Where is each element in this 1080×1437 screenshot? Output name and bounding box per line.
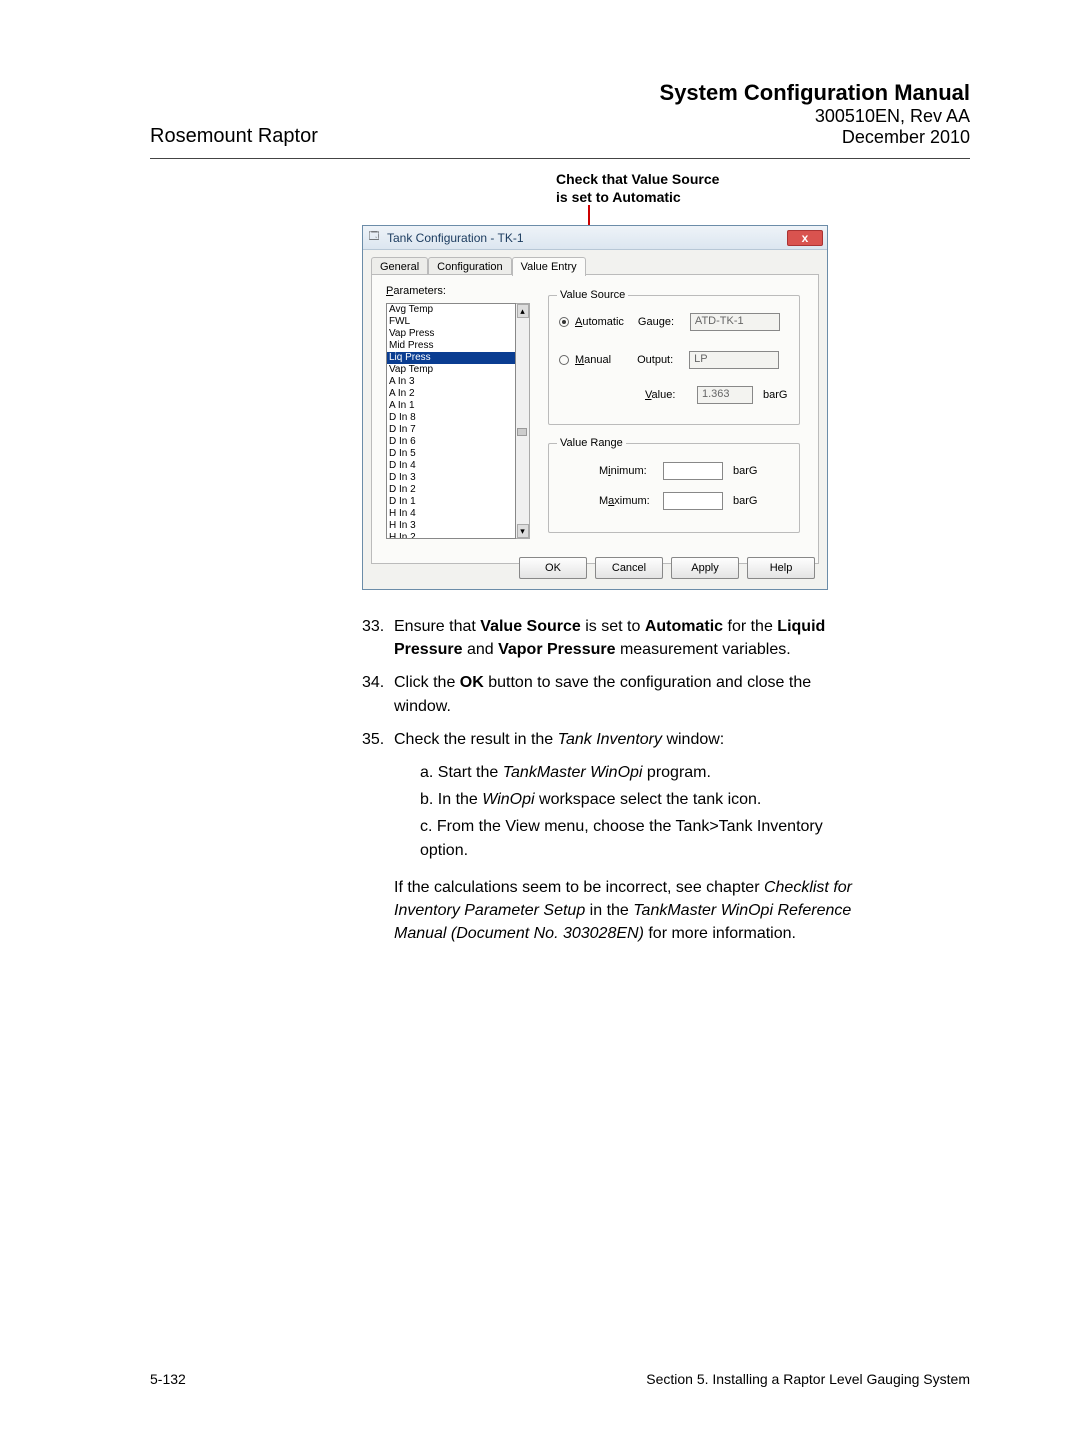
tab-bar: General Configuration Value Entry <box>371 256 819 275</box>
dialog-button-row: OK Cancel Apply Help <box>519 557 815 579</box>
instruction-item: 33.Ensure that Value Source is set to Au… <box>362 615 862 661</box>
minimum-label: Minimum:Minimum: <box>599 465 659 477</box>
footer-page-number: 5-132 <box>150 1371 186 1387</box>
maximum-label: Maximum:Maximum: <box>599 495 659 507</box>
value-source-group: Value Source AAutomaticutomatic Gauge: A… <box>548 295 800 425</box>
cancel-button[interactable]: Cancel <box>595 557 663 579</box>
close-button[interactable]: x <box>787 230 823 246</box>
manual-radio[interactable] <box>559 355 569 365</box>
scroll-up-button[interactable]: ▴ <box>517 304 529 318</box>
automatic-label: AAutomaticutomatic <box>575 316 624 328</box>
value-unit: barG <box>763 389 787 401</box>
parameter-item[interactable]: D In 3 <box>387 472 515 484</box>
parameter-item[interactable]: D In 7 <box>387 424 515 436</box>
automatic-radio[interactable] <box>559 317 569 327</box>
scroll-down-button[interactable]: ▾ <box>517 524 529 538</box>
parameter-item[interactable]: A In 1 <box>387 400 515 412</box>
parameters-listbox[interactable]: Avg TempFWLVap PressMid PressLiq PressVa… <box>386 303 516 539</box>
value-range-legend: Value Range <box>557 437 626 449</box>
parameters-list-wrap: Avg TempFWLVap PressMid PressLiq PressVa… <box>386 303 530 539</box>
footer-section: Section 5. Installing a Raptor Level Gau… <box>646 1371 970 1387</box>
instruction-text: 33.Ensure that Value Source is set to Au… <box>362 615 862 945</box>
parameter-item[interactable]: H In 3 <box>387 520 515 532</box>
scroll-thumb[interactable] <box>517 428 527 436</box>
window-icon: 🗔 <box>367 231 381 245</box>
instruction-item: 34.Click the OK button to save the confi… <box>362 671 862 717</box>
dialog-title: Tank Configuration - TK-1 <box>387 231 787 245</box>
help-button[interactable]: Help <box>747 557 815 579</box>
header-product: Rosemount Raptor <box>150 125 318 148</box>
gauge-field[interactable]: ATD-TK-1 <box>690 313 780 331</box>
instruction-subitem: a. Start the TankMaster WinOpi program. <box>420 761 862 784</box>
parameters-scrollbar[interactable]: ▴ ▾ <box>516 303 530 539</box>
tab-value-entry[interactable]: Value Entry <box>512 257 586 276</box>
header-doc: 300510EN, Rev AA <box>660 106 970 127</box>
header-title: System Configuration Manual <box>660 80 970 106</box>
maximum-unit: barG <box>733 495 757 507</box>
parameter-item[interactable]: A In 2 <box>387 388 515 400</box>
parameter-item[interactable]: D In 6 <box>387 436 515 448</box>
parameter-item[interactable]: H In 4 <box>387 508 515 520</box>
dialog-titlebar[interactable]: 🗔 Tank Configuration - TK-1 x <box>363 226 827 250</box>
callout-line1: Check that Value Source <box>556 171 719 187</box>
tab-panel: Parameters: Avg TempFWLVap PressMid Pres… <box>371 274 819 564</box>
apply-button[interactable]: Apply <box>671 557 739 579</box>
maximum-field[interactable] <box>663 492 723 510</box>
parameter-item[interactable]: Liq Press <box>387 352 515 364</box>
parameter-item[interactable]: D In 4 <box>387 460 515 472</box>
instruction-subitem: c. From the View menu, choose the Tank>T… <box>420 815 862 861</box>
instruction-subitem: b. In the WinOpi workspace select the ta… <box>420 788 862 811</box>
value-label: Value:Value: <box>645 389 693 401</box>
instruction-item: 35.Check the result in the Tank Inventor… <box>362 728 862 751</box>
parameter-item[interactable]: FWL <box>387 316 515 328</box>
parameter-item[interactable]: D In 2 <box>387 484 515 496</box>
dialog-body: General Configuration Value Entry Parame… <box>363 250 827 589</box>
parameter-item[interactable]: H In 2 <box>387 532 515 539</box>
parameter-item[interactable]: A In 3 <box>387 376 515 388</box>
parameter-item[interactable]: D In 5 <box>387 448 515 460</box>
header-right: System Configuration Manual 300510EN, Re… <box>660 80 970 148</box>
scroll-track[interactable] <box>516 318 529 524</box>
figure-callout: Check that Value Source is set to Automa… <box>556 170 719 206</box>
ok-button[interactable]: OK <box>519 557 587 579</box>
manual-label: ManualManual <box>575 354 611 366</box>
callout-line2: is set to Automatic <box>556 189 681 205</box>
value-range-group: Value Range Minimum:Minimum: barG Maximu… <box>548 443 800 533</box>
parameter-item[interactable]: Vap Temp <box>387 364 515 376</box>
followup-paragraph: If the calculations seem to be incorrect… <box>394 876 862 946</box>
parameter-item[interactable]: D In 1 <box>387 496 515 508</box>
output-field[interactable]: LP <box>689 351 779 369</box>
parameter-item[interactable]: Vap Press <box>387 328 515 340</box>
parameter-item[interactable]: D In 8 <box>387 412 515 424</box>
parameter-item[interactable]: Avg Temp <box>387 304 515 316</box>
minimum-unit: barG <box>733 465 757 477</box>
tank-config-dialog: 🗔 Tank Configuration - TK-1 x General Co… <box>362 225 828 590</box>
page-header: Rosemount Raptor System Configuration Ma… <box>150 80 970 159</box>
header-date: December 2010 <box>660 127 970 148</box>
gauge-label: Gauge: <box>638 316 686 328</box>
value-source-legend: Value Source <box>557 289 628 301</box>
page-footer: 5-132 Section 5. Installing a Raptor Lev… <box>150 1371 970 1387</box>
output-label: Output: <box>637 354 685 366</box>
value-field[interactable]: 1.363 <box>697 386 753 404</box>
parameter-item[interactable]: Mid Press <box>387 340 515 352</box>
minimum-field[interactable] <box>663 462 723 480</box>
